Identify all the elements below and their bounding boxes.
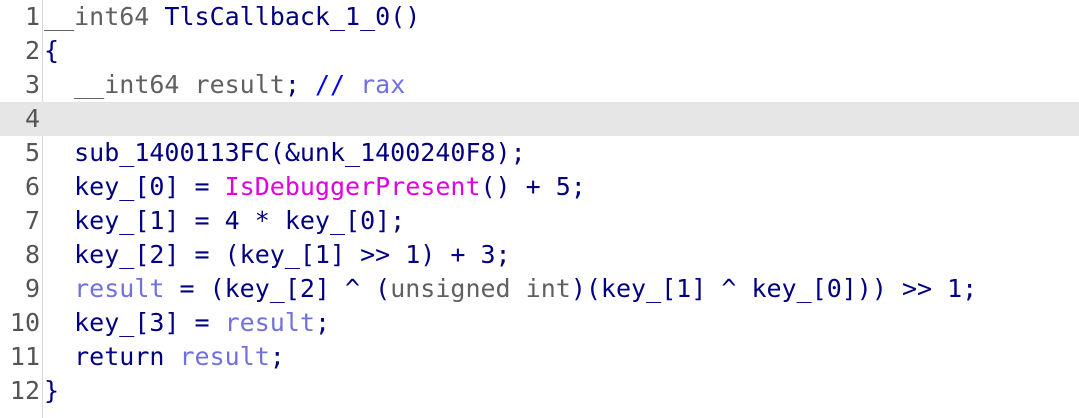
line-number: 6 xyxy=(24,172,40,201)
code-line[interactable]: 8 key_[2] = (key_[1] >> 1) + 3; xyxy=(0,238,1079,272)
line-number: 8 xyxy=(24,240,40,269)
code-token-name[interactable]: key_[1] = 4 * key_[0]; xyxy=(74,206,405,235)
line-number: 3 xyxy=(24,70,40,99)
code-line[interactable]: 10 key_[3] = result; xyxy=(0,306,1079,340)
code-line[interactable]: 9 result = (key_[2] ^ (unsigned int)(key… xyxy=(0,272,1079,306)
code-token-sym: } xyxy=(44,376,60,405)
code-token-name[interactable]: = (key_[2] ^ ( xyxy=(164,274,390,303)
code-line[interactable]: 1 __int64 TlsCallback_1_0() xyxy=(0,0,1079,34)
code-line[interactable]: 2{ xyxy=(0,34,1079,68)
line-number: 12 xyxy=(9,376,40,405)
code-token-name[interactable]: )(key_[1] ^ key_[0])) >> 1; xyxy=(571,274,977,303)
code-token-kw: return xyxy=(74,342,165,371)
code-line[interactable]: 5 sub_1400113FC(&unk_1400240F8); xyxy=(0,136,1079,170)
code-token-name[interactable]: sub_1400113FC(&unk_1400240F8); xyxy=(74,138,526,167)
code-text: return result; xyxy=(44,340,285,374)
code-token-name[interactable]: () + 5; xyxy=(481,172,586,201)
line-number: 1 xyxy=(24,2,40,31)
code-token-name[interactable]: ; xyxy=(270,342,285,371)
line-number: 9 xyxy=(24,274,40,303)
code-text: result = (key_[2] ^ (unsigned int)(key_[… xyxy=(44,272,977,306)
code-token-name[interactable]: TlsCallback_1_0 xyxy=(164,2,390,31)
code-token-sym: { xyxy=(44,36,60,65)
code-token-var[interactable]: result xyxy=(225,308,315,337)
code-text: key_[2] = (key_[1] >> 1) + 3; xyxy=(44,238,511,272)
code-line[interactable]: 12} xyxy=(0,374,1079,408)
code-text: __int64 result; // rax xyxy=(44,68,405,102)
code-line[interactable]: 6 key_[0] = IsDebuggerPresent() + 5; xyxy=(0,170,1079,204)
code-token-sym: () xyxy=(390,2,421,31)
code-text: key_[1] = 4 * key_[0]; xyxy=(44,204,405,238)
line-number: 7 xyxy=(24,206,40,235)
code-text: __int64 TlsCallback_1_0() xyxy=(44,0,420,34)
code-token-name[interactable]: key_[0] = xyxy=(74,172,225,201)
line-number: 11 xyxy=(9,342,40,371)
line-number: 2 xyxy=(24,36,40,65)
line-number: 4 xyxy=(24,104,40,133)
code-line[interactable]: 7 key_[1] = 4 * key_[0]; xyxy=(0,204,1079,238)
code-text: key_[3] = result; xyxy=(44,306,330,340)
code-token-name[interactable]: key_[3] = xyxy=(74,308,225,337)
code-token-var[interactable]: result xyxy=(74,274,164,303)
code-token-type: __int64 xyxy=(74,70,180,99)
pseudocode-view[interactable]: 1 __int64 TlsCallback_1_0() 2{3 __int64 re… xyxy=(0,0,1079,418)
code-token-comment: // xyxy=(314,70,361,99)
code-text: } xyxy=(44,374,59,408)
code-token-name[interactable]: key_[2] = (key_[1] >> 1) + 3; xyxy=(74,240,511,269)
line-number: 5 xyxy=(24,138,40,167)
line-number: 10 xyxy=(9,308,40,337)
code-line[interactable]: 4 xyxy=(0,102,1079,136)
code-token-type: unsigned int xyxy=(390,274,571,303)
code-text: { xyxy=(44,34,59,68)
code-token-import[interactable]: IsDebuggerPresent xyxy=(225,172,481,201)
code-token-sym: ; xyxy=(284,70,300,99)
code-token-plain: result xyxy=(179,70,285,99)
code-text: key_[0] = IsDebuggerPresent() + 5; xyxy=(44,170,586,204)
code-text: sub_1400113FC(&unk_1400240F8); xyxy=(44,136,526,170)
code-line[interactable]: 11 return result; xyxy=(0,340,1079,374)
code-token-var[interactable]: result xyxy=(179,342,269,371)
code-token-type: __int64 xyxy=(44,2,150,31)
code-token-name[interactable]: ; xyxy=(315,308,330,337)
code-line[interactable]: 3 __int64 result; // rax xyxy=(0,68,1079,102)
code-token-var[interactable]: rax xyxy=(360,70,405,99)
